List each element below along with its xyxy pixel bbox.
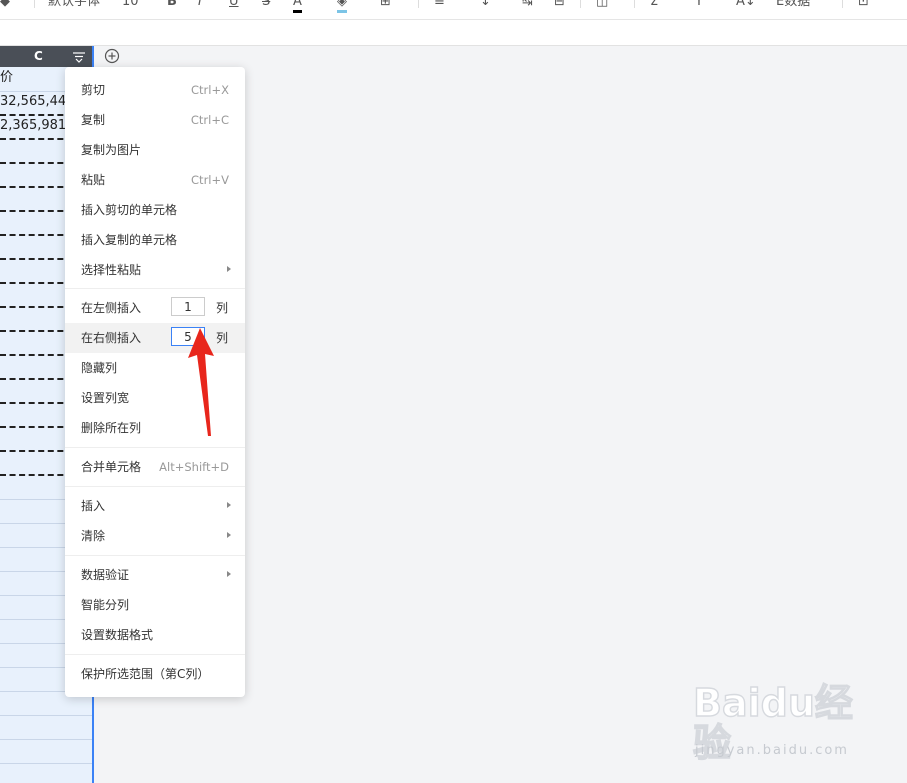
menu-item-shortcut: Alt+Shift+D (159, 460, 229, 474)
menu-item-label: 复制为图片 (81, 143, 142, 157)
menu-item-smart-split[interactable]: 智能分列 (65, 590, 245, 620)
font-color-button[interactable]: A (293, 0, 302, 13)
menu-item-insert[interactable]: 插入 (65, 491, 245, 521)
menu-item-label: 在左侧插入 (81, 301, 142, 315)
menu-item-label: 剪切 (81, 83, 106, 97)
column-menu-icon[interactable] (72, 50, 86, 64)
wrap-button[interactable]: ↹ (522, 0, 533, 10)
annotation-arrow-icon (188, 328, 214, 436)
column-letter: C (34, 49, 43, 63)
menu-item-label: 选择性粘贴 (81, 263, 142, 277)
menu-item-label: 插入剪切的单元格 (81, 203, 178, 217)
menu-item-label: 设置列宽 (81, 391, 130, 405)
menu-item-data-validation[interactable]: 数据验证 (65, 560, 245, 590)
valign-button[interactable]: ↓ (480, 0, 491, 10)
menu-item-shortcut: Ctrl+C (190, 113, 229, 127)
sum-button[interactable]: Σ (650, 0, 658, 10)
submenu-arrow-icon (227, 571, 231, 577)
toolbar-separator (34, 0, 35, 8)
menu-item-shortcut: Ctrl+X (191, 83, 229, 97)
data-menu-button[interactable]: E数据 (776, 0, 810, 10)
menu-divider (65, 555, 245, 556)
toolbar-separator (634, 0, 635, 8)
submenu-arrow-icon (227, 532, 231, 538)
menu-item-label: 智能分列 (81, 598, 130, 612)
menu-item-label: 数据验证 (81, 568, 130, 582)
menu-item-merge-cells[interactable]: 合并单元格 Alt+Shift+D (65, 452, 245, 482)
menu-divider (65, 288, 245, 289)
menu-item-paste[interactable]: 粘贴 Ctrl+V (65, 165, 245, 195)
menu-item-insert-left[interactable]: 在左侧插入 1 列 (65, 293, 245, 323)
menu-divider (65, 447, 245, 448)
baidu-watermark: Baidu经验 jingyan.baidu.com (692, 682, 863, 763)
menu-item-label: 删除所在列 (81, 421, 142, 435)
toolbar: ◆ 默认字体 10 B I U S A ◈ ⊞ ≡ ↓ ↹ ⊟ ◫ Σ Y A↓… (0, 0, 907, 20)
menu-item-label: 粘贴 (81, 173, 106, 187)
menu-item-unit: 列 (216, 301, 229, 315)
toolbar-separator (842, 0, 843, 8)
menu-item-label: 隐藏列 (81, 361, 118, 375)
menu-item-label: 复制 (81, 113, 106, 127)
watermark-url: jingyan.baidu.com (695, 743, 849, 758)
table-row[interactable] (0, 715, 92, 740)
bold-button[interactable]: B (167, 0, 177, 10)
toolbar-separator (418, 0, 419, 8)
menu-item-label: 在右侧插入 (81, 331, 142, 345)
menu-item-copy-as-image[interactable]: 复制为图片 (65, 135, 245, 165)
font-family-select[interactable]: 默认字体 (48, 0, 100, 10)
menu-item-label: 插入 (81, 499, 106, 513)
submenu-arrow-icon (227, 266, 231, 272)
menu-item-insert-copied-cells[interactable]: 插入复制的单元格 (65, 225, 245, 255)
menu-item-label: 合并单元格 (81, 460, 142, 474)
merge-button[interactable]: ⊟ (554, 0, 565, 10)
menu-item-shortcut: Ctrl+V (191, 173, 229, 187)
formula-bar[interactable] (0, 20, 907, 46)
menu-item-label: 保护所选范围（第C列） (81, 667, 210, 681)
menu-item-label: 清除 (81, 529, 106, 543)
menu-divider (65, 654, 245, 655)
table-row[interactable] (0, 739, 92, 764)
underline-button[interactable]: U (229, 0, 239, 10)
insert-left-count-input[interactable]: 1 (171, 297, 205, 316)
sort-button[interactable]: A↓ (736, 0, 756, 10)
menu-item-paste-special[interactable]: 选择性粘贴 (65, 255, 245, 285)
menu-item-cut[interactable]: 剪切 Ctrl+X (65, 75, 245, 105)
toolbar-separator (580, 0, 581, 8)
menu-item-label: 设置数据格式 (81, 628, 154, 642)
italic-button[interactable]: I (198, 0, 202, 10)
toolbar-btn-0[interactable]: ◆ (0, 0, 10, 10)
fill-color-button[interactable]: ◈ (337, 0, 347, 13)
menu-item-clear[interactable]: 清除 (65, 521, 245, 551)
menu-divider (65, 486, 245, 487)
filter-button[interactable]: Y (695, 0, 703, 10)
more-button[interactable]: ⊡ (858, 0, 869, 10)
border-button[interactable]: ⊞ (380, 0, 391, 10)
add-column-icon[interactable] (104, 48, 120, 64)
menu-item-insert-cut-cells[interactable]: 插入剪切的单元格 (65, 195, 245, 225)
menu-item-label: 插入复制的单元格 (81, 233, 178, 247)
menu-item-set-data-format[interactable]: 设置数据格式 (65, 620, 245, 650)
column-header-c[interactable]: C (0, 46, 92, 67)
menu-item-copy[interactable]: 复制 Ctrl+C (65, 105, 245, 135)
submenu-arrow-icon (227, 502, 231, 508)
freeze-button[interactable]: ◫ (596, 0, 608, 10)
strikethrough-button[interactable]: S (262, 0, 270, 10)
align-button[interactable]: ≡ (434, 0, 445, 10)
menu-item-protect-range[interactable]: 保护所选范围（第C列） (65, 659, 245, 689)
font-size-select[interactable]: 10 (122, 0, 139, 10)
